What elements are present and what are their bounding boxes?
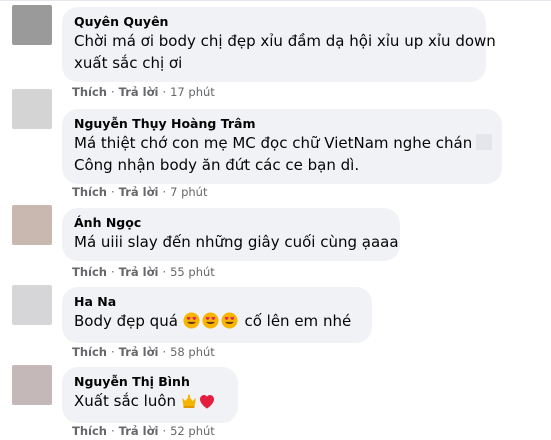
- separator-dot: ·: [110, 424, 115, 438]
- separator-dot: ·: [110, 85, 115, 99]
- comment-text-line: Má thiệt chớ con mẹ MC đọc chữ VietNam n…: [74, 132, 493, 154]
- comment-actions: Thích · Trả lời · 55 phút: [72, 265, 215, 279]
- comment-text-line: Xuất sắc luôn: [74, 390, 226, 415]
- separator-dot: ·: [162, 185, 167, 199]
- comment-actions: Thích · Trả lời · 58 phút: [72, 345, 215, 359]
- separator-dot: ·: [162, 345, 167, 359]
- comment-timestamp[interactable]: 58 phút: [170, 345, 215, 359]
- comment-author[interactable]: Quyên Quyên: [74, 14, 474, 30]
- reply-button[interactable]: Trả lời: [119, 265, 159, 279]
- like-button[interactable]: Thích: [72, 265, 107, 279]
- comment-timestamp[interactable]: 55 phút: [170, 265, 215, 279]
- like-button[interactable]: Thích: [72, 85, 107, 99]
- smiling-face-with-heart-eyes-icon: [183, 312, 200, 335]
- smiling-face-with-heart-eyes-icon: [202, 312, 219, 335]
- separator-dot: ·: [110, 345, 115, 359]
- avatar[interactable]: [12, 89, 52, 129]
- comment-actions: Thích · Trả lời · 52 phút: [72, 424, 215, 438]
- avatar[interactable]: [12, 205, 52, 245]
- comment-text-line: Body đẹp quá cố lên em nhé: [74, 310, 360, 335]
- avatar[interactable]: [12, 365, 52, 405]
- image-placeholder-icon: [476, 134, 493, 150]
- comment-author[interactable]: Ánh Ngọc: [74, 215, 388, 231]
- like-button[interactable]: Thích: [72, 424, 107, 438]
- smiling-face-with-heart-eyes-icon: [221, 312, 238, 335]
- comment-text-line: Má uiii slay đến những giây cuối cùng ạa…: [74, 233, 399, 251]
- comment-text: Body đẹp quá: [74, 312, 178, 330]
- comment-timestamp[interactable]: 7 phút: [170, 185, 207, 199]
- avatar[interactable]: [12, 285, 52, 325]
- comment-actions: Thích · Trả lời · 17 phút: [72, 85, 215, 99]
- comment-author[interactable]: Nguyễn Thụy Hoàng Trâm: [74, 116, 490, 132]
- avatar[interactable]: [12, 5, 52, 45]
- like-button[interactable]: Thích: [72, 185, 107, 199]
- comment-text-line: Chời má ơi body chị đẹp xỉu đầm dạ hội x…: [74, 32, 496, 50]
- comment-text-line: xuất sắc chị ơi: [74, 54, 183, 72]
- comment-bubble: Ha Na Body đẹp quá cố lên em nhé: [62, 287, 372, 343]
- red-heart-icon: [199, 393, 215, 415]
- comment-text-line: Công nhận body ăn đứt các ce bạn dì.: [74, 156, 360, 174]
- separator-dot: ·: [110, 185, 115, 199]
- comment-bubble: Nguyễn Thị Bình Xuất sắc luôn: [62, 367, 238, 423]
- comment-bubble: Ánh Ngọc Má uiii slay đến những giây cuố…: [62, 208, 400, 261]
- comment-actions: Thích · Trả lời · 7 phút: [72, 185, 207, 199]
- like-button[interactable]: Thích: [72, 345, 107, 359]
- separator-dot: ·: [162, 424, 167, 438]
- comment-timestamp[interactable]: 17 phút: [170, 85, 215, 99]
- comment-bubble: Nguyễn Thụy Hoàng Trâm Má thiệt chớ con …: [62, 109, 502, 184]
- crown-icon: [181, 393, 197, 415]
- comment-text: Má thiệt chớ con mẹ MC đọc chữ VietNam n…: [74, 134, 473, 152]
- separator-dot: ·: [110, 265, 115, 279]
- comment-text: cố lên em nhé: [244, 312, 352, 330]
- separator-dot: ·: [162, 265, 167, 279]
- reply-button[interactable]: Trả lời: [119, 345, 159, 359]
- comment-author[interactable]: Ha Na: [74, 294, 360, 310]
- comment-timestamp[interactable]: 52 phút: [170, 424, 215, 438]
- comment-text: Xuất sắc luôn: [74, 392, 177, 410]
- comment-author[interactable]: Nguyễn Thị Bình: [74, 374, 226, 390]
- reply-button[interactable]: Trả lời: [119, 185, 159, 199]
- reply-button[interactable]: Trả lời: [119, 85, 159, 99]
- reply-button[interactable]: Trả lời: [119, 424, 159, 438]
- comment-bubble: Quyên Quyên Chời má ơi body chị đẹp xỉu …: [62, 7, 496, 82]
- separator-dot: ·: [162, 85, 167, 99]
